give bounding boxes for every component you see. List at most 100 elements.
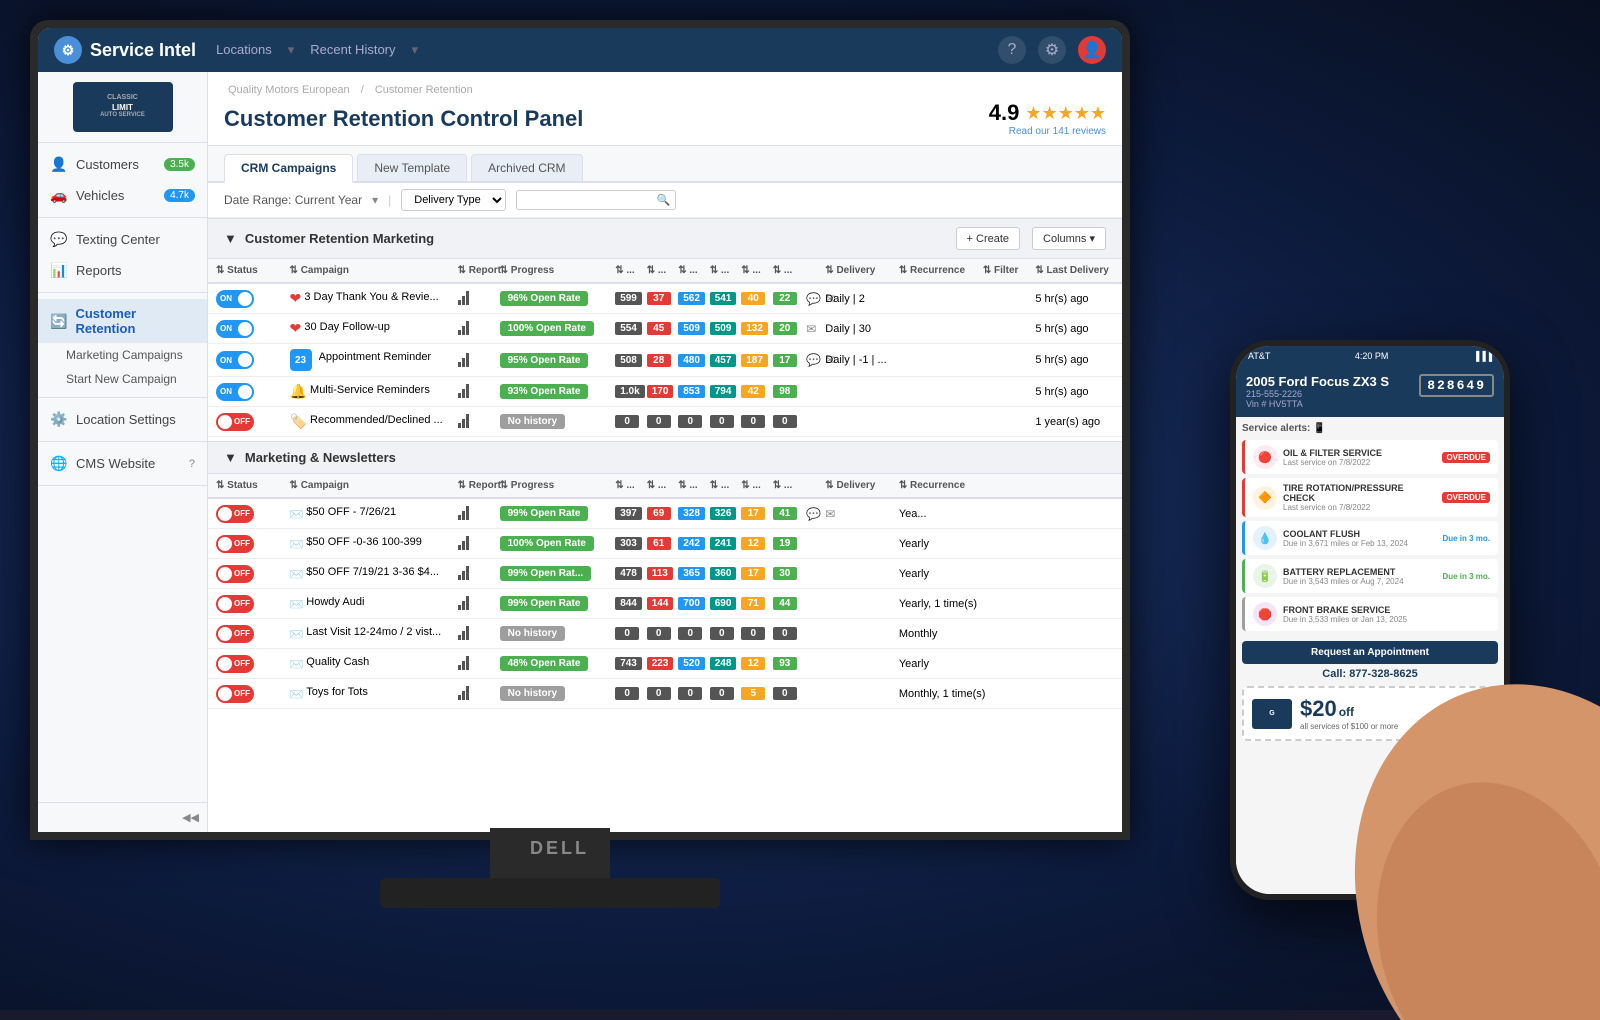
mail-icon2[interactable]: ✉ [823,507,837,521]
th-campaign1[interactable]: ⇅ Campaign [282,259,450,283]
breadcrumb-home[interactable]: Quality Motors European [228,84,350,96]
table-row: ON ❤ 30 Day Follow-up [208,314,1122,344]
search-input[interactable] [516,190,676,210]
chat-icon[interactable]: 💬 [804,353,823,367]
sidebar-item-newcampaign[interactable]: Start New Campaign [38,367,207,391]
report-cell[interactable] [450,344,492,377]
th-s6[interactable]: ⇅ ... [765,259,797,283]
campaign-cell[interactable]: ❤ 30 Day Follow-up [282,314,450,344]
toggle-off[interactable]: OFF [216,685,254,703]
th-s5b[interactable]: ⇅ ... [733,474,765,498]
th-s2[interactable]: ⇅ ... [639,259,671,283]
sidebar-item-marketing[interactable]: Marketing Campaigns [38,343,207,367]
tab-crm-campaigns[interactable]: CRM Campaigns [224,154,353,183]
sidebar-item-cms[interactable]: 🌐 CMS Website ? [38,448,207,479]
toggle-cell[interactable]: ON [208,314,282,344]
toggle-cell[interactable]: ON [208,283,282,314]
th-s1b[interactable]: ⇅ ... [607,474,639,498]
th-report1[interactable]: ⇅ Report [450,259,492,283]
locations-nav[interactable]: Locations [216,42,272,58]
toggle-off[interactable]: OFF [216,595,254,613]
help-icon[interactable]: ? [998,36,1026,64]
sidebar-item-location[interactable]: ⚙️ Location Settings [38,404,207,435]
th-filter2[interactable] [975,474,1028,498]
delivery-type-select[interactable]: Delivery Type [401,189,506,211]
table-row: OFF ✉️ Last Visit 12-24mo / 2 vist... No… [208,619,1122,649]
user-icon[interactable]: 👤 [1078,36,1106,64]
progress-badge: 95% Open Rate [500,353,589,368]
tab-archived-crm[interactable]: Archived CRM [471,154,582,181]
progress-badge-nohistory: No history [500,686,565,701]
chat-icon[interactable]: 💬 [804,292,823,306]
battery-label: ▐▐▐ [1473,351,1492,361]
mail-icon[interactable]: ✉ [804,322,818,336]
campaign-cell[interactable]: 🏷️ Recommended/Declined ... [282,407,450,437]
th-s2b[interactable]: ⇅ ... [639,474,671,498]
toggle-on[interactable]: ON [216,351,254,369]
sidebar-item-vehicles[interactable]: 🚗 Vehicles 4.7k [38,180,207,211]
breadcrumb-retention[interactable]: Customer Retention [375,84,473,96]
columns-btn[interactable]: Columns ▾ [1032,227,1106,250]
campaign-cell[interactable]: ❤ 3 Day Thank You & Revie... [282,283,450,314]
settings-icon[interactable]: ⚙ [1038,36,1066,64]
toggle-off[interactable]: OFF [216,565,254,583]
toggle-cell[interactable]: ON [208,377,282,407]
last-delivery-cell: 5 hr(s) ago [1027,283,1122,314]
sidebar-item-customers[interactable]: 👤 Customers 3.5k [38,149,207,180]
th-s4[interactable]: ⇅ ... [702,259,734,283]
toggle-cell[interactable]: OFF [208,407,282,437]
sidebar-logo-area: CLASSIC LIMIT AUTO SERVICE [38,72,207,143]
tab-new-template[interactable]: New Template [357,154,467,181]
th-campaign2[interactable]: ⇅ Campaign [282,474,450,498]
sidebar-item-retention[interactable]: 🔄 Customer Retention [38,299,207,343]
report-cell[interactable] [450,283,492,314]
chat-icon[interactable]: 💬 [804,507,823,521]
stat-cell: 0 [678,627,702,640]
report-cell[interactable] [450,407,492,437]
th-progress1[interactable]: ⇅ Progress [492,259,608,283]
section1-chevron[interactable]: ▼ [224,231,237,246]
report-cell[interactable] [450,314,492,344]
th-recurrence2[interactable]: ⇅ Recurrence [891,474,975,498]
report-cell[interactable] [450,377,492,407]
app-name: Service Intel [90,40,196,61]
campaign-cell[interactable]: 🔔 Multi-Service Reminders [282,377,450,407]
sidebar-collapse-btn[interactable]: ◀◀ [46,811,199,824]
th-s5[interactable]: ⇅ ... [733,259,765,283]
campaign-cell[interactable]: 23 Appointment Reminder [282,344,450,377]
recent-history-nav[interactable]: Recent History [310,42,395,58]
th-status2[interactable]: ⇅ Status [208,474,282,498]
content-scroll[interactable]: ▼ Customer Retention Marketing + Create … [208,218,1122,832]
rating-link[interactable]: Read our 141 reviews [989,126,1106,137]
toggle-off[interactable]: OFF [216,535,254,553]
th-s3[interactable]: ⇅ ... [670,259,702,283]
th-delivery1[interactable]: ⇅ Delivery [817,259,891,283]
stat-cell: 328 [678,507,705,520]
th-s4b[interactable]: ⇅ ... [702,474,734,498]
toggle-on[interactable]: ON [216,383,254,401]
sidebar-item-reports[interactable]: 📊 Reports [38,255,207,286]
th-progress2[interactable]: ⇅ Progress [492,474,608,498]
toggle-off[interactable]: OFF [216,655,254,673]
th-s3b[interactable]: ⇅ ... [670,474,702,498]
th-status1[interactable]: ⇅ Status [208,259,282,283]
th-delivery2[interactable]: ⇅ Delivery [817,474,891,498]
toggle-cell[interactable]: ON [208,344,282,377]
section1-actions: + Create Columns ▾ [956,227,1106,250]
create-btn[interactable]: + Create [956,227,1021,250]
toggle-on[interactable]: ON [216,290,254,308]
toggle-off[interactable]: OFF [216,505,254,523]
texting-icon: 💬 [50,231,68,248]
th-report2[interactable]: ⇅ Report [450,474,492,498]
toggle-on[interactable]: ON [216,320,254,338]
toggle-off[interactable]: OFF [216,413,254,431]
section2-chevron[interactable]: ▼ [224,450,237,465]
th-recurrence1[interactable]: ⇅ Recurrence [891,259,975,283]
phone-number: 215-555-2226 [1246,389,1302,399]
th-lastdelivery1[interactable]: ⇅ Last Delivery [1027,259,1122,283]
th-s6b[interactable]: ⇅ ... [765,474,797,498]
toggle-off[interactable]: OFF [216,625,254,643]
sidebar-item-texting[interactable]: 💬 Texting Center [38,224,207,255]
th-s1[interactable]: ⇅ ... [607,259,639,283]
th-filter1[interactable]: ⇅ Filter [975,259,1028,283]
